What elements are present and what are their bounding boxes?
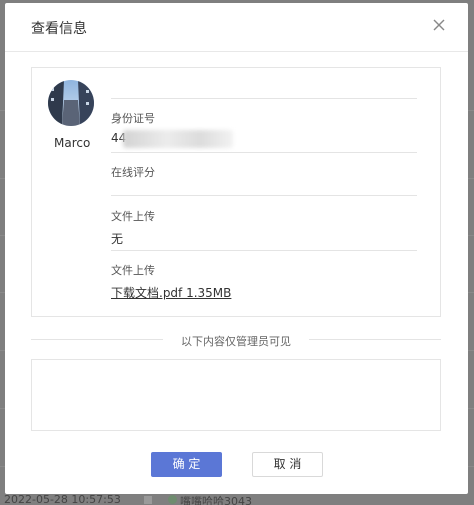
id-card-masked-value	[123, 130, 233, 148]
field-divider	[111, 98, 417, 99]
background-date: 2022-05-28 10:57:53	[4, 493, 121, 505]
view-info-dialog: 查看信息 Marco 身份证号 44 在线评分 文件上传 无 文件上传 下载文档…	[5, 3, 468, 494]
ok-button[interactable]: 确 定	[151, 452, 222, 477]
avatar	[48, 80, 94, 126]
background-table-row: 2022-05-28 10:57:53 嘴嘴哈哈3043	[0, 493, 474, 505]
download-file-link[interactable]: 下载文档.pdf 1.35MB	[111, 284, 231, 301]
upload-label: 文件上传	[111, 210, 155, 223]
upload-label-2: 文件上传	[111, 264, 155, 277]
id-card-label: 身份证号	[111, 112, 155, 125]
close-icon	[433, 19, 445, 31]
close-button[interactable]	[427, 13, 451, 37]
user-info-card: Marco 身份证号 44 在线评分 文件上传 无 文件上传 下载文档.pdf …	[31, 67, 441, 317]
dialog-title: 查看信息	[31, 21, 87, 37]
admin-content-area	[31, 359, 441, 431]
field-divider	[111, 195, 417, 196]
upload-value: 无	[111, 232, 124, 246]
dialog-header: 查看信息	[5, 3, 468, 52]
field-divider	[111, 152, 417, 153]
field-divider	[111, 250, 417, 251]
separator-line-right	[309, 339, 441, 340]
separator-line-left	[31, 339, 163, 340]
background-avatar	[168, 495, 177, 504]
background-name: 嘴嘴哈哈3043	[180, 495, 252, 505]
admin-only-text: 以下内容仅管理员可见	[181, 335, 291, 348]
background-checkbox	[144, 496, 152, 504]
cancel-button[interactable]: 取 消	[252, 452, 323, 477]
user-name: Marco	[54, 136, 91, 150]
admin-only-separator: 以下内容仅管理员可见	[31, 333, 441, 348]
online-rating-label: 在线评分	[111, 166, 155, 179]
